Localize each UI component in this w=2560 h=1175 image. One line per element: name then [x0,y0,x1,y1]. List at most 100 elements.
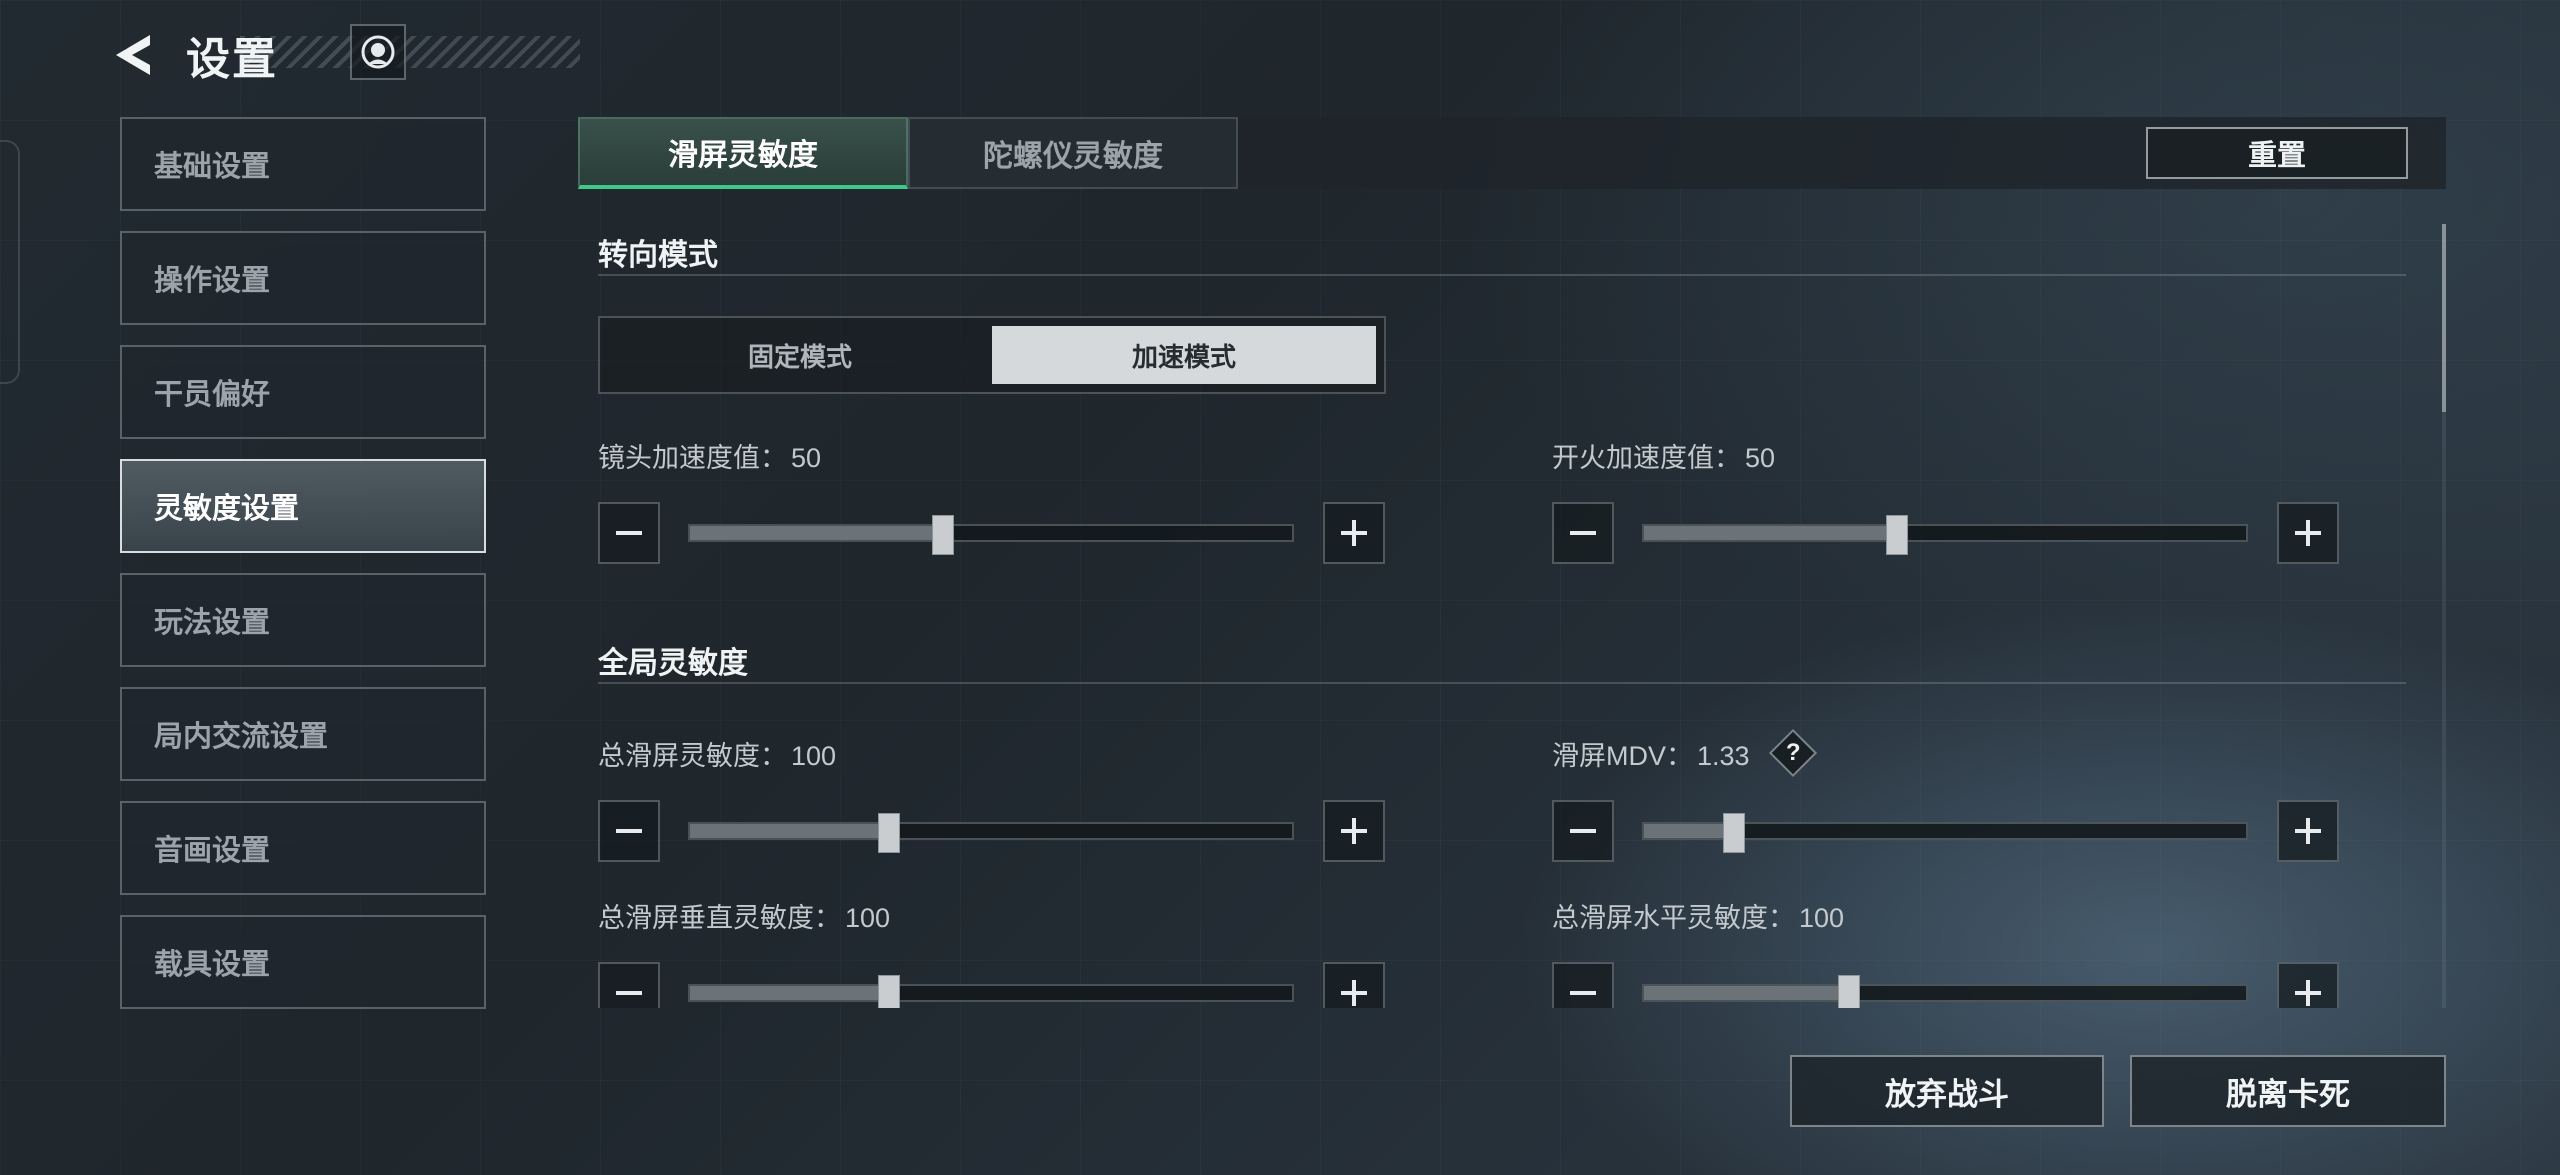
sidebar-item-sensitivity[interactable]: 灵敏度设置 [120,459,486,553]
swipe-mdv-label: 滑屏MDV： 1.33 [1552,734,1750,773]
slider-label-text: 总滑屏灵敏度： [598,741,787,771]
slider-label-text: 镜头加速度值： [598,443,787,473]
total-vertical-slider[interactable] [688,975,1294,1008]
content-scrollbar-thumb[interactable] [2442,224,2446,412]
edge-pull-tab[interactable] [0,140,20,384]
total-swipe-decrease-button[interactable] [598,800,660,862]
plus-icon [1341,520,1367,546]
header-hatch-decoration [240,36,580,68]
slider-value: 50 [1745,443,1776,473]
plus-icon [1341,980,1367,1006]
total-vertical-decrease-button[interactable] [598,962,660,1008]
slider-fill [1644,986,1849,1000]
settings-sidebar: 基础设置 操作设置 干员偏好 灵敏度设置 玩法设置 局内交流设置 音画设置 载具… [120,117,486,1029]
slider-fill [690,986,889,1000]
sidebar-item-communication[interactable]: 局内交流设置 [120,687,486,781]
slider-label-text: 滑屏MDV： [1552,741,1693,771]
back-arrow-icon[interactable] [110,29,154,81]
sidebar-item-label: 干员偏好 [154,379,271,411]
turn-mode-selector: 固定模式 加速模式 [598,316,1386,394]
sidebar-item-label: 操作设置 [154,265,271,297]
slider-fill [1644,526,1897,540]
total-vertical-increase-button[interactable] [1323,962,1385,1008]
tab-swipe-sensitivity[interactable]: 滑屏灵敏度 [578,117,908,189]
total-horizontal-decrease-button[interactable] [1552,962,1614,1008]
tab-gyro-sensitivity[interactable]: 陀螺仪灵敏度 [908,117,1238,189]
total-swipe-label: 总滑屏灵敏度： 100 [598,734,836,773]
help-icon-glyph: ? [1785,738,1801,766]
slider-thumb[interactable] [1837,975,1860,1008]
sidebar-item-operator[interactable]: 干员偏好 [120,345,486,439]
total-horizontal-slider[interactable] [1642,975,2248,1008]
total-swipe-increase-button[interactable] [1323,800,1385,862]
fire-accel-decrease-button[interactable] [1552,502,1614,564]
slider-thumb[interactable] [1885,515,1908,555]
reset-button[interactable]: 重置 [2146,127,2408,179]
fire-accel-slider[interactable] [1642,515,2248,555]
sidebar-item-controls[interactable]: 操作设置 [120,231,486,325]
slider-thumb[interactable] [877,975,900,1008]
plus-icon [2295,980,2321,1006]
customer-service-icon[interactable] [350,24,406,80]
minus-icon [1570,991,1596,995]
plus-icon [2295,520,2321,546]
slider-fill [690,824,889,838]
swipe-mdv-decrease-button[interactable] [1552,800,1614,862]
minus-icon [616,531,642,535]
swipe-mdv-increase-button[interactable] [2277,800,2339,862]
sidebar-item-label: 灵敏度设置 [154,493,300,525]
minus-icon [1570,829,1596,833]
section-title-turn-mode: 转向模式 [598,239,718,272]
slider-label-text: 总滑屏水平灵敏度： [1552,903,1795,933]
abandon-battle-button[interactable]: 放弃战斗 [1790,1055,2104,1127]
slider-value: 100 [791,741,837,771]
slider-fill [690,526,943,540]
sidebar-item-audio-video[interactable]: 音画设置 [120,801,486,895]
header: 设置 [110,20,278,90]
sidebar-item-label: 玩法设置 [154,607,271,639]
fire-accel-increase-button[interactable] [2277,502,2339,564]
swipe-mdv-slider[interactable] [1642,813,2248,853]
fire-accel-label: 开火加速度值： 50 [1552,436,1775,475]
sidebar-item-label: 局内交流设置 [154,721,329,753]
slider-value: 50 [791,443,822,473]
section-title-global: 全局灵敏度 [598,647,748,680]
total-horizontal-increase-button[interactable] [2277,962,2339,1008]
plus-icon [2295,818,2321,844]
total-swipe-slider[interactable] [688,813,1294,853]
section-divider [598,682,2406,684]
plus-icon [1341,818,1367,844]
minus-icon [616,991,642,995]
slider-value: 100 [845,903,891,933]
sidebar-item-label: 载具设置 [154,949,271,981]
mode-option-fixed[interactable]: 固定模式 [608,326,992,384]
unstuck-button[interactable]: 脱离卡死 [2130,1055,2446,1127]
slider-thumb[interactable] [877,813,900,853]
sidebar-item-vehicle[interactable]: 载具设置 [120,915,486,1009]
slider-value: 1.33 [1697,741,1750,771]
minus-icon [1570,531,1596,535]
sensitivity-content[interactable]: 转向模式 固定模式 加速模式 镜头加速度值： 50 开火加速度值： 50 全局灵敏度… [578,200,2446,1008]
slider-label-text: 开火加速度值： [1552,443,1741,473]
lens-accel-label: 镜头加速度值： 50 [598,436,821,475]
slider-thumb[interactable] [931,515,954,555]
slider-fill [1644,824,1735,838]
total-horizontal-label: 总滑屏水平灵敏度： 100 [1552,896,1844,935]
sidebar-item-label: 音画设置 [154,835,271,867]
lens-accel-slider[interactable] [688,515,1294,555]
sidebar-item-gameplay[interactable]: 玩法设置 [120,573,486,667]
total-vertical-label: 总滑屏垂直灵敏度： 100 [598,896,890,935]
minus-icon [616,829,642,833]
lens-accel-increase-button[interactable] [1323,502,1385,564]
help-icon[interactable]: ? [1768,728,1818,778]
section-divider [598,274,2406,276]
lens-accel-decrease-button[interactable] [598,502,660,564]
slider-thumb[interactable] [1723,813,1746,853]
page-title: 设置 [186,35,278,84]
sidebar-item-label: 基础设置 [154,151,271,183]
tabs-bar: 滑屏灵敏度 陀螺仪灵敏度 重置 [578,117,2446,189]
sidebar-item-basic[interactable]: 基础设置 [120,117,486,211]
mode-option-accelerated[interactable]: 加速模式 [992,326,1376,384]
slider-value: 100 [1799,903,1845,933]
slider-label-text: 总滑屏垂直灵敏度： [598,903,841,933]
